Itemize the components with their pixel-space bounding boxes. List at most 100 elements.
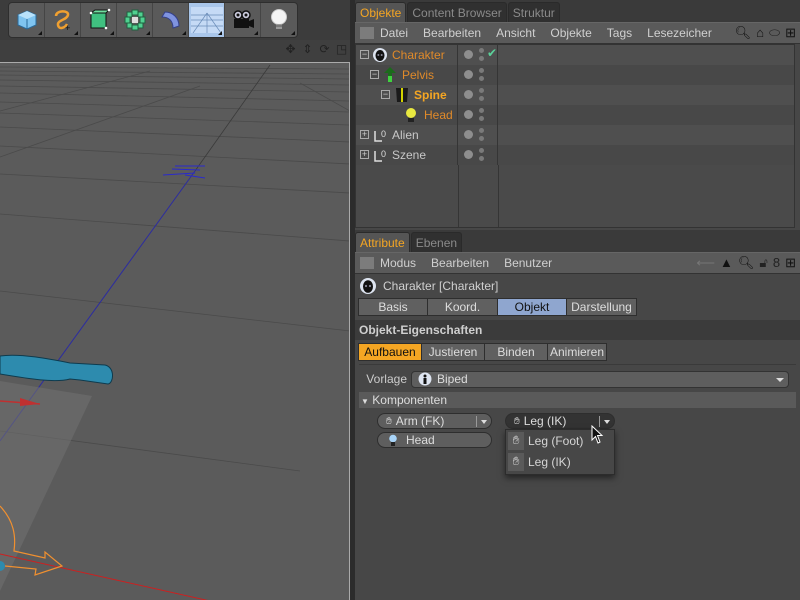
- joint-pelvis-icon: [384, 67, 396, 82]
- expand-icon[interactable]: +: [360, 130, 369, 139]
- section-title: Objekt-Eigenschaften: [355, 320, 800, 340]
- tree-row-charakter[interactable]: − Charakter ✔: [356, 45, 794, 65]
- deformers-button[interactable]: [153, 3, 189, 37]
- menu-lesezeichen[interactable]: Lesezeicher: [647, 26, 712, 40]
- menu-benutzer[interactable]: Benutzer: [504, 256, 552, 270]
- collapse-icon[interactable]: −: [360, 50, 369, 59]
- object-name[interactable]: Head: [424, 108, 453, 122]
- visibility-dot[interactable]: [464, 130, 473, 139]
- object-name[interactable]: Alien: [392, 128, 419, 142]
- lock-icon[interactable]: 🔓︎: [759, 255, 767, 271]
- components-group-header[interactable]: ▼ Komponenten: [359, 392, 796, 408]
- spline-icon: +: [54, 10, 70, 32]
- menu-bearbeiten[interactable]: Bearbeiten: [431, 256, 489, 270]
- svg-text:0: 0: [381, 149, 386, 159]
- object-manager: Objekte Content Browser Struktur Datei B…: [355, 0, 800, 228]
- chevron-down-icon[interactable]: [481, 420, 487, 424]
- menu-ansicht[interactable]: Ansicht: [496, 26, 535, 40]
- tab-koord[interactable]: Koord.: [427, 298, 498, 316]
- tab-aufbauen[interactable]: Aufbauen: [358, 343, 422, 361]
- object-name[interactable]: Szene: [392, 148, 426, 162]
- biped-icon: [418, 372, 432, 386]
- tab-basis[interactable]: Basis: [358, 298, 428, 316]
- camera-button[interactable]: [225, 3, 261, 37]
- menu-option-leg-ik[interactable]: ✋︎ Leg (IK): [506, 451, 614, 472]
- arm-fk-button[interactable]: ✋︎ Arm (FK): [377, 413, 492, 429]
- scene-button[interactable]: [189, 3, 225, 37]
- tab-binden[interactable]: Binden: [484, 343, 548, 361]
- visibility-dot[interactable]: [464, 70, 473, 79]
- menu-datei[interactable]: Datei: [380, 26, 408, 40]
- maximize-icon[interactable]: ◳: [335, 42, 348, 56]
- tab-animieren[interactable]: Animieren: [547, 343, 607, 361]
- joint-spine-icon: [396, 88, 408, 102]
- component-label: Arm (FK): [395, 414, 445, 428]
- tree-row-spine[interactable]: − Spine: [356, 85, 794, 105]
- search-icon[interactable]: 🔍︎: [735, 25, 752, 41]
- tab-ebenen[interactable]: Ebenen: [410, 232, 463, 252]
- tree-row-pelvis[interactable]: − Pelvis: [356, 65, 794, 85]
- menu-objekte[interactable]: Objekte: [550, 26, 591, 40]
- generators-button[interactable]: [81, 3, 117, 37]
- modeling-button[interactable]: [117, 3, 153, 37]
- menu-tags[interactable]: Tags: [607, 26, 632, 40]
- link-icon[interactable]: ⬭: [769, 25, 780, 41]
- template-dropdown[interactable]: Biped: [411, 370, 789, 388]
- right-panels: Objekte Content Browser Struktur Datei B…: [355, 0, 800, 600]
- tree-row-szene[interactable]: + 0 Szene: [356, 145, 794, 165]
- chevron-down-icon[interactable]: [604, 420, 610, 424]
- tab-objekt[interactable]: Objekt: [497, 298, 567, 316]
- 3d-viewport[interactable]: [0, 62, 350, 600]
- collapse-icon[interactable]: −: [370, 70, 379, 79]
- new-panel-icon[interactable]: ⊞: [785, 25, 796, 41]
- menu-modus[interactable]: Modus: [380, 256, 416, 270]
- tree-row-alien[interactable]: + 0 Alien: [356, 125, 794, 145]
- grip-handle[interactable]: [360, 257, 374, 269]
- array-icon: [124, 9, 145, 31]
- zoom-icon[interactable]: ⇕: [301, 42, 314, 56]
- tab-content-browser[interactable]: Content Browser: [407, 2, 507, 22]
- svg-text:+: +: [65, 23, 70, 32]
- object-name[interactable]: Charakter: [392, 48, 445, 62]
- attribute-manager: Attribute Ebenen Modus Bearbeiten Benutz…: [355, 230, 800, 600]
- object-title: Charakter [Charakter]: [383, 279, 499, 293]
- tab-darstellung[interactable]: Darstellung: [566, 298, 637, 316]
- tab-attribute[interactable]: Attribute: [355, 232, 410, 252]
- viewport-header: ✥ ⇕ ⟳ ◳: [0, 40, 352, 62]
- spline-button[interactable]: +: [45, 3, 81, 37]
- main-tab-bar: Basis Koord. Objekt Darstellung: [358, 298, 800, 316]
- check-icon[interactable]: ✔: [487, 46, 497, 60]
- move-icon[interactable]: ✥: [284, 42, 297, 56]
- visibility-dot[interactable]: [464, 90, 473, 99]
- expand-icon[interactable]: +: [360, 150, 369, 159]
- attribute-menu-bar: Modus Bearbeiten Benutzer ⟵ ▲ 🔍︎ 🔓︎ 8 ⊞: [355, 252, 800, 274]
- light-button[interactable]: [261, 3, 297, 37]
- grip-handle[interactable]: [360, 27, 374, 39]
- tab-justieren[interactable]: Justieren: [421, 343, 485, 361]
- tab-objekte[interactable]: Objekte: [355, 2, 407, 22]
- null-object-icon: 0: [374, 129, 386, 142]
- chain-icon[interactable]: 8: [773, 255, 780, 271]
- head-button[interactable]: Head: [377, 432, 492, 448]
- tree-row-head[interactable]: Head: [356, 105, 794, 125]
- rotate-icon[interactable]: ⟳: [318, 42, 331, 56]
- back-icon[interactable]: ⟵: [696, 255, 715, 271]
- character-icon: [360, 278, 376, 294]
- triangle-down-icon: ▼: [361, 397, 369, 406]
- cursor-arrow-icon[interactable]: ▲: [720, 255, 733, 271]
- object-name[interactable]: Spine: [414, 88, 447, 102]
- joint-head-icon: [406, 108, 416, 122]
- visibility-dot[interactable]: [464, 150, 473, 159]
- menu-bearbeiten[interactable]: Bearbeiten: [423, 26, 481, 40]
- hand-icon: ✋︎: [514, 415, 520, 427]
- collapse-icon[interactable]: −: [381, 90, 390, 99]
- home-icon[interactable]: ⌂: [756, 25, 764, 41]
- object-name[interactable]: Pelvis: [402, 68, 434, 82]
- visibility-dot[interactable]: [464, 50, 473, 59]
- tab-struktur[interactable]: Struktur: [507, 2, 560, 22]
- cube-button[interactable]: [9, 3, 45, 37]
- new-panel-icon[interactable]: ⊞: [785, 255, 796, 271]
- visibility-dot[interactable]: [464, 110, 473, 119]
- search-icon[interactable]: 🔍︎: [738, 255, 755, 271]
- viewport-scene: [0, 63, 349, 600]
